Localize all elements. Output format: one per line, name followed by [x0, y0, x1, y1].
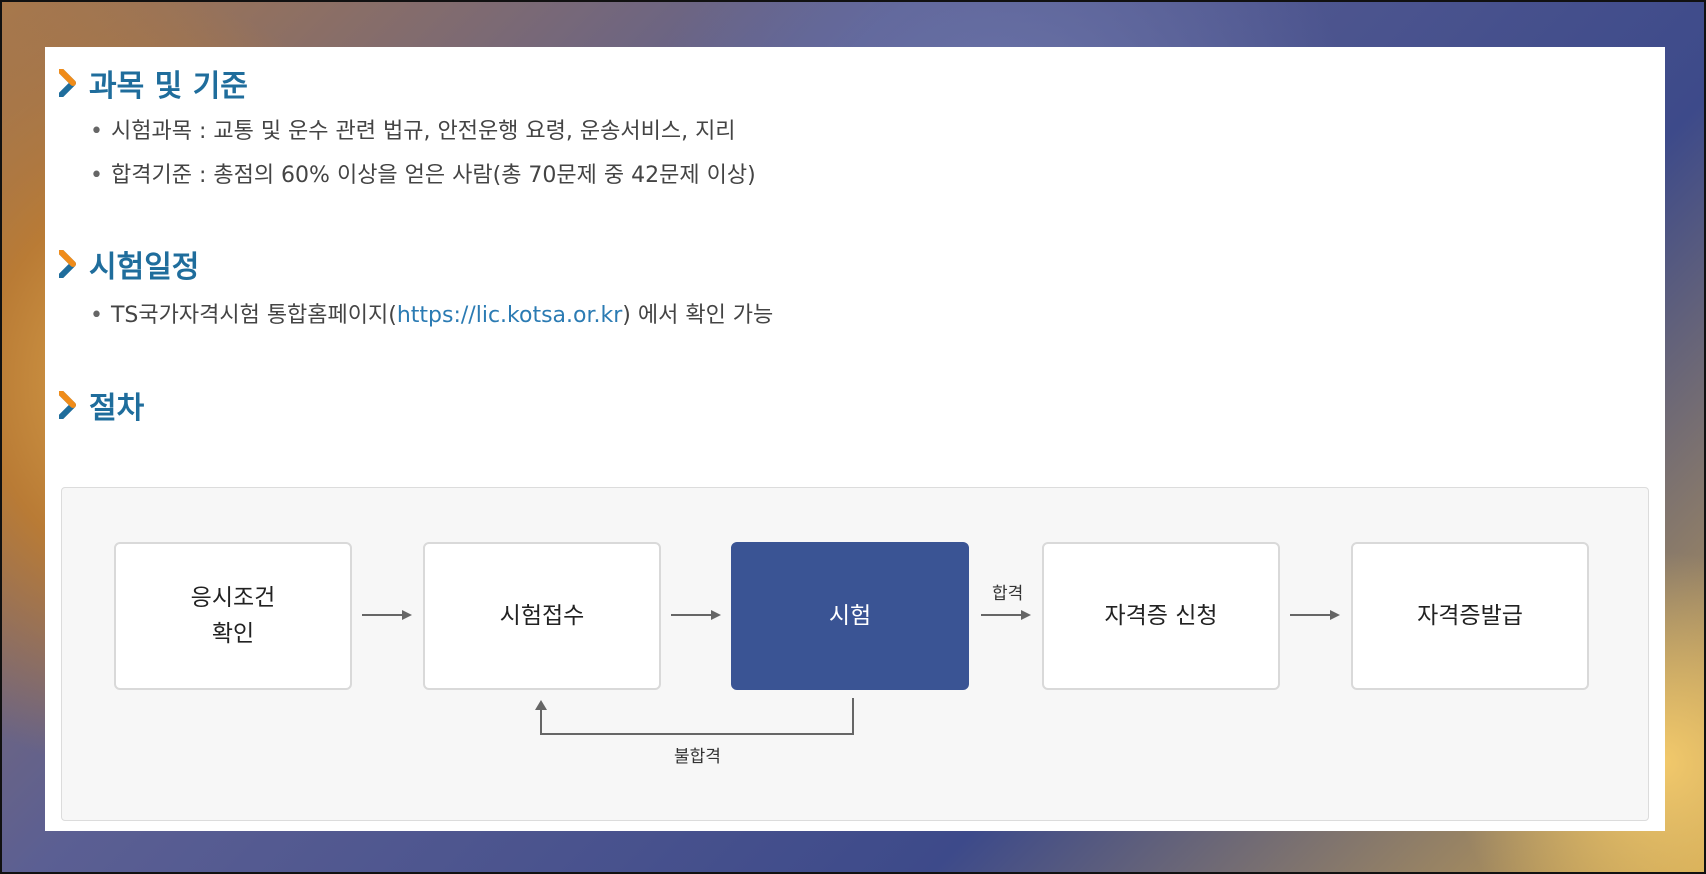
content-panel: 과목 및 기준 • 시험과목 : 교통 및 운수 관련 법규, 안전운행 요령, …	[45, 47, 1665, 831]
arrow-right-icon	[362, 610, 412, 620]
section-title-text: 과목 및 기준	[89, 69, 248, 104]
list-item: • 합격기준 : 총점의 60% 이상을 얻은 사람(총 70문제 중 42문제 …	[90, 163, 756, 188]
step-registration: 시험접수	[423, 542, 661, 690]
list-item-text: TS국가자격시험 통합홈페이지(	[110, 303, 397, 328]
step-label: 자격증 신청	[1104, 603, 1218, 629]
section-title-subject: 과목 및 기준	[59, 61, 248, 105]
list-item: • 시험과목 : 교통 및 운수 관련 법규, 안전운행 요령, 운송서비스, 지…	[90, 119, 736, 144]
list-item: • TS국가자격시험 통합홈페이지(https://lic.kotsa.or.kr…	[90, 303, 774, 328]
step-exam: 시험	[731, 542, 969, 690]
step-license-application: 자격증 신청	[1042, 542, 1280, 690]
chevron-right-icon	[59, 391, 77, 419]
step-eligibility: 응시조건확인	[114, 542, 352, 690]
list-item-text: 합격기준 : 총점의 60% 이상을 얻은 사람(총 70문제 중 42문제 이…	[110, 163, 756, 188]
list-item-text: 시험과목 : 교통 및 운수 관련 법규, 안전운행 요령, 운송서비스, 지리	[110, 119, 736, 144]
arrow-right-icon	[981, 610, 1031, 620]
arrow-right-icon	[1290, 610, 1340, 620]
fail-loop-arrow	[535, 698, 854, 735]
section-title-procedure: 절차	[59, 383, 144, 427]
section-title-text: 절차	[89, 391, 145, 426]
chevron-right-icon	[59, 250, 77, 278]
fail-label: 불합격	[674, 747, 721, 767]
step-label: 응시조건	[190, 585, 276, 611]
step-label: 확인	[211, 621, 255, 647]
procedure-diagram: 응시조건 확인 시험접수 시험 합격 자격증 신청 자격증발급 불합격	[61, 487, 1649, 821]
list-item-text: ) 에서 확인 가능	[622, 303, 774, 328]
section-title-schedule: 시험일정	[59, 242, 199, 286]
step-label: 자격증발급	[1417, 603, 1523, 629]
chevron-right-icon	[59, 69, 77, 97]
step-label: 시험접수	[499, 603, 585, 629]
step-license-issuance: 자격증발급	[1351, 542, 1589, 690]
background-frame: 과목 및 기준 • 시험과목 : 교통 및 운수 관련 법규, 안전운행 요령, …	[0, 0, 1706, 874]
step-label: 시험	[828, 603, 872, 629]
section-title-text: 시험일정	[89, 250, 200, 285]
homepage-link[interactable]: https://lic.kotsa.or.kr	[397, 303, 622, 328]
arrow-right-icon	[671, 610, 721, 620]
pass-label: 합격	[992, 584, 1024, 604]
